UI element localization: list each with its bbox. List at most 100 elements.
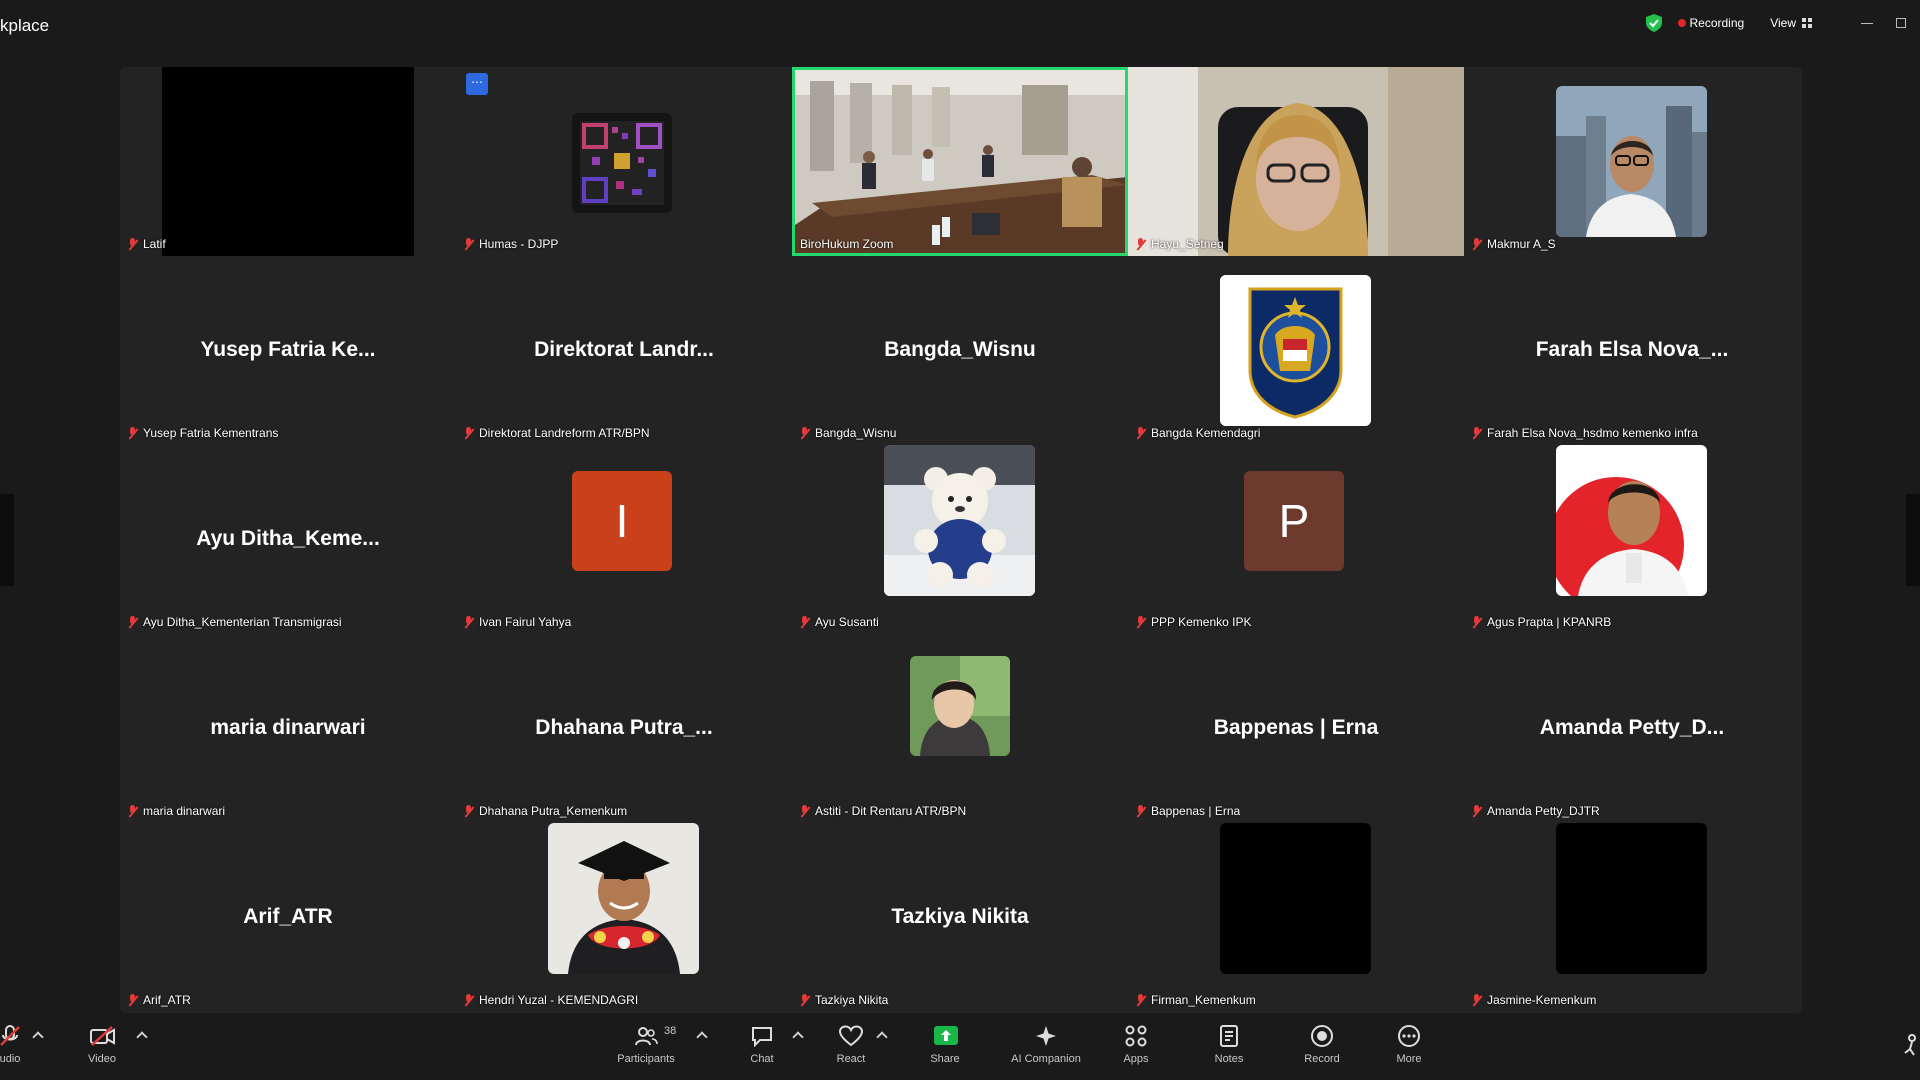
participant-tile[interactable]: Farah Elsa Nova_... Farah Elsa Nova_hsdm… [1464, 256, 1800, 445]
share-button[interactable]: Share [905, 1025, 985, 1075]
right-page-handle[interactable] [1906, 494, 1920, 586]
participant-name-label: Farah Elsa Nova_hsdmo kemenko infra [1472, 426, 1698, 440]
mic-muted-icon [464, 805, 473, 817]
participant-tile[interactable]: Yusep Fatria Ke... Yusep Fatria Kementra… [120, 256, 456, 445]
participant-name-label: Humas - DJPP [464, 237, 558, 251]
participant-display-name: Farah Elsa Nova_... [1535, 338, 1729, 361]
more-icon [1397, 1025, 1421, 1047]
participant-tile[interactable]: maria dinarwari maria dinarwari [120, 634, 456, 823]
participant-name-label: Astiti - Dit Rentaru ATR/BPN [800, 804, 966, 818]
participant-name-label: Direktorat Landreform ATR/BPN [464, 426, 650, 440]
participant-tile[interactable]: Dhahana Putra_... Dhahana Putra_Kemenkum [456, 634, 792, 823]
mic-muted-icon [1136, 805, 1145, 817]
mic-muted-icon [1472, 616, 1481, 628]
active-speaker-tile[interactable]: BiroHukum Zoom [792, 67, 1128, 256]
participant-display-name: Ayu Ditha_Keme... [196, 527, 380, 550]
ai-companion-button[interactable]: AI Companion [1004, 1025, 1088, 1075]
mic-muted-icon [800, 805, 809, 817]
video-label: Video [88, 1053, 116, 1065]
leave-icon[interactable] [1900, 1033, 1920, 1057]
app-title: kplace [0, 16, 50, 35]
mic-muted-icon [1472, 994, 1481, 1006]
teddy-bear-avatar [884, 445, 1035, 596]
participant-name-label: Ayu Ditha_Kementerian Transmigrasi [128, 615, 342, 629]
sparkle-icon [1034, 1025, 1058, 1047]
audio-label: udio [0, 1053, 21, 1065]
security-shield-icon[interactable] [1645, 14, 1662, 32]
participant-tile[interactable]: Tazkiya Nikita Tazkiya Nikita [792, 823, 1128, 1012]
participant-tile[interactable]: Makmur A_S [1464, 67, 1800, 256]
tile-options-icon[interactable]: ⋯ [466, 73, 488, 95]
participant-name-label: Yusep Fatria Kementrans [128, 426, 278, 440]
mic-muted-icon [800, 427, 809, 439]
participants-options-chevron-icon[interactable] [696, 1031, 708, 1043]
participant-name-label: Hayu_Setneg [1136, 237, 1224, 251]
mic-muted-icon [464, 616, 473, 628]
blank-avatar [1556, 823, 1707, 974]
mic-muted-icon [128, 994, 137, 1006]
mic-muted-icon [1472, 805, 1481, 817]
participant-video [1128, 67, 1464, 256]
participant-name-label: Ayu Susanti [800, 615, 879, 629]
participants-label: Participants [617, 1053, 675, 1065]
participant-tile[interactable]: Hayu_Setneg [1128, 67, 1464, 256]
participant-display-name: maria dinarwari [210, 716, 366, 739]
left-page-handle[interactable] [0, 494, 14, 586]
initial-avatar: P [1244, 471, 1344, 571]
participant-name-label: Jasmine-Kemenkum [1472, 993, 1596, 1007]
participant-tile[interactable]: Bangda_Wisnu Bangda_Wisnu [792, 256, 1128, 445]
participant-tile[interactable]: Ayu Ditha_Keme... Ayu Ditha_Kementerian … [120, 445, 456, 634]
participant-tile[interactable]: Amanda Petty_D... Amanda Petty_DJTR [1464, 634, 1800, 823]
mic-muted-icon [800, 616, 809, 628]
record-button[interactable]: Record [1282, 1025, 1362, 1075]
more-button[interactable]: More [1369, 1025, 1449, 1075]
participant-name-label: Makmur A_S [1472, 237, 1556, 251]
mic-muted-icon [1136, 994, 1145, 1006]
participant-tile[interactable]: ⋯ Humas - DJPP [456, 67, 792, 256]
participant-tile[interactable]: Ayu Susanti [792, 445, 1128, 634]
participant-tile[interactable]: Direktorat Landr... Direktorat Landrefor… [456, 256, 792, 445]
notes-button[interactable]: Notes [1189, 1025, 1269, 1075]
participant-avatar [1556, 445, 1707, 596]
participant-display-name: Bappenas | Erna [1213, 716, 1379, 739]
participant-display-name: Amanda Petty_D... [1539, 716, 1725, 739]
audio-button[interactable]: udio [0, 1025, 50, 1075]
view-label: View [1770, 16, 1796, 30]
conference-room-video [792, 67, 1128, 256]
participant-tile[interactable]: Arif_ATR Arif_ATR [120, 823, 456, 1012]
participant-tile[interactable]: Astiti - Dit Rentaru ATR/BPN [792, 634, 1128, 823]
participant-tile[interactable]: Bangda Kemendagri [1128, 256, 1464, 445]
share-screen-icon [933, 1025, 958, 1047]
participant-tile[interactable]: Jasmine-Kemenkum [1464, 823, 1800, 1012]
video-button[interactable]: Video [62, 1025, 142, 1075]
blank-avatar [1220, 823, 1371, 974]
participant-name-label: Ivan Fairul Yahya [464, 615, 571, 629]
apps-button[interactable]: Apps [1096, 1025, 1176, 1075]
video-off-icon [90, 1025, 115, 1047]
participant-tile[interactable]: Latif [120, 67, 456, 256]
participant-name-label: Dhahana Putra_Kemenkum [464, 804, 627, 818]
participant-name-label: Bangda_Wisnu [800, 426, 896, 440]
mic-muted-icon [0, 1025, 22, 1047]
mic-muted-icon [1472, 427, 1481, 439]
minimize-icon[interactable] [1860, 16, 1874, 30]
participant-tile[interactable]: Bappenas | Erna Bappenas | Erna [1128, 634, 1464, 823]
restore-window-icon[interactable] [1896, 18, 1906, 28]
recording-label: Recording [1689, 16, 1745, 30]
participant-tile[interactable]: P PPP Kemenko IPK [1128, 445, 1464, 634]
recording-dot-icon [1677, 19, 1686, 27]
participant-tile[interactable]: Agus Prapta | KPANRB [1464, 445, 1800, 634]
more-label: More [1396, 1053, 1422, 1065]
participant-name-label: Bangda Kemendagri [1136, 426, 1260, 440]
mic-muted-icon [464, 994, 473, 1006]
view-button[interactable]: View [1770, 16, 1812, 30]
participant-tile[interactable]: Hendri Yuzal - KEMENDAGRI [456, 823, 792, 1012]
react-label: React [836, 1053, 866, 1065]
chat-button[interactable]: Chat [722, 1025, 802, 1075]
participant-tile[interactable]: I Ivan Fairul Yahya [456, 445, 792, 634]
participant-tile[interactable]: Firman_Kemenkum [1128, 823, 1464, 1012]
recording-indicator[interactable]: Recording [1677, 16, 1745, 30]
mic-muted-icon [1136, 616, 1145, 628]
notes-icon [1217, 1025, 1241, 1047]
participants-button[interactable]: 38 Participants [606, 1025, 686, 1075]
